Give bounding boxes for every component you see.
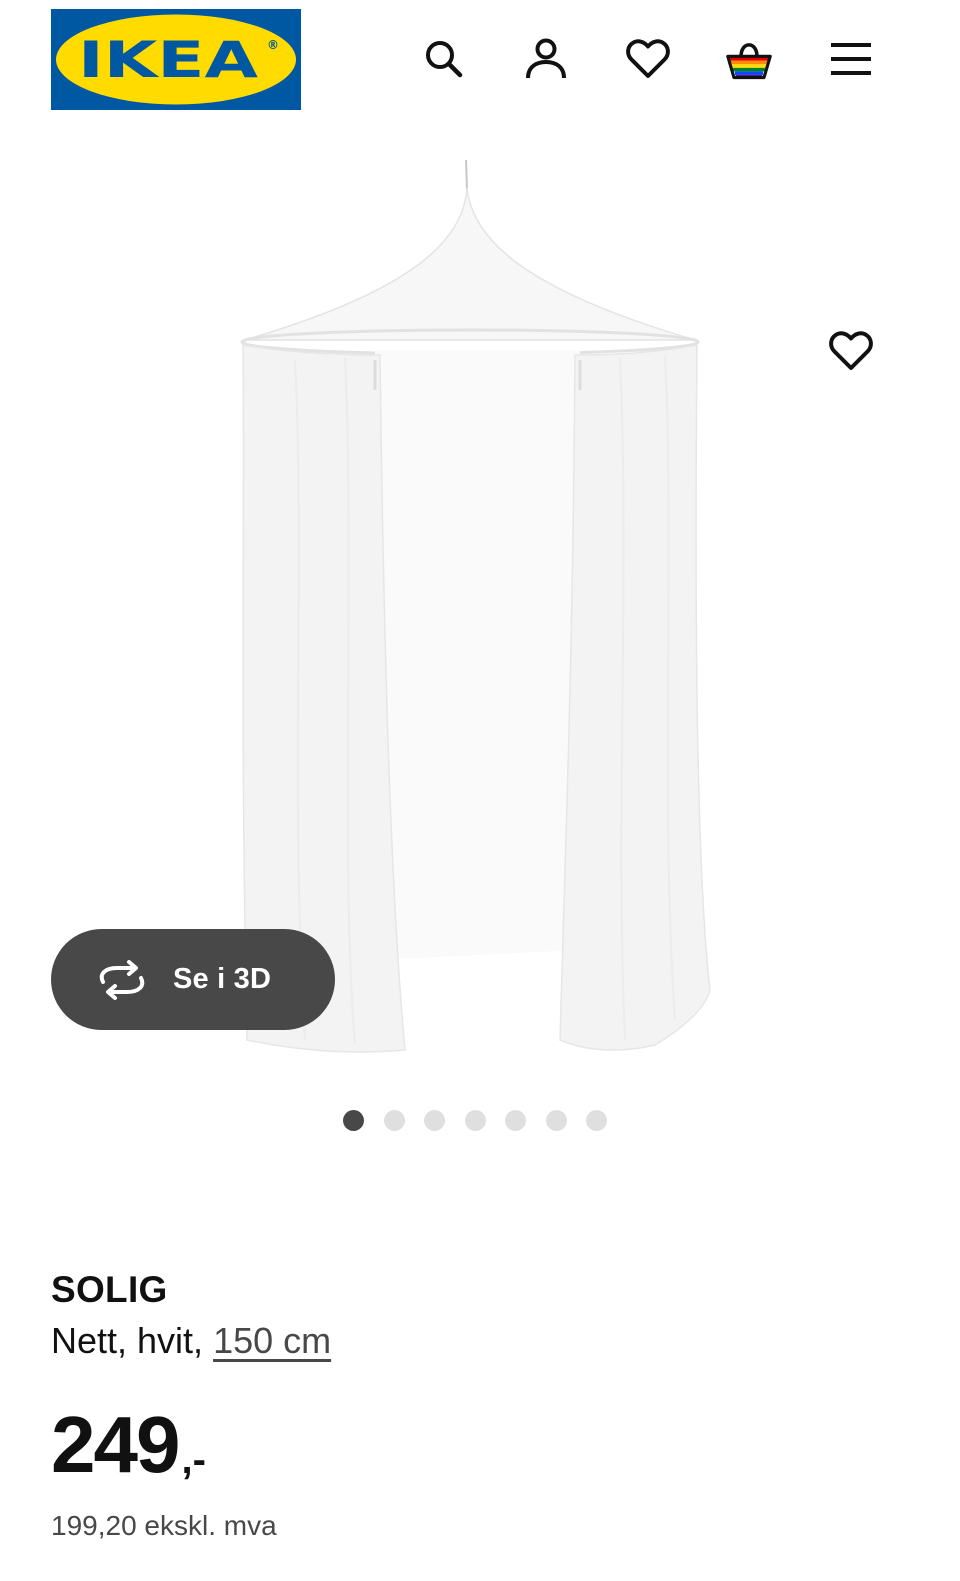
search-button[interactable] — [419, 34, 469, 84]
favourites-button[interactable] — [623, 34, 673, 84]
gallery-dot-7[interactable] — [586, 1110, 607, 1131]
product-info: SOLIG Nett, hvit, 150 cm — [51, 1260, 911, 1362]
menu-button[interactable] — [826, 34, 876, 84]
product-size-link[interactable]: 150 cm — [213, 1320, 331, 1361]
shopping-bag-button[interactable] — [724, 34, 774, 84]
ikea-logo[interactable]: IKEA ® — [51, 9, 301, 110]
gallery-dot-4[interactable] — [464, 1110, 486, 1131]
view-in-3d-button[interactable]: Se i 3D — [51, 929, 335, 1030]
gallery-dot-2[interactable] — [383, 1110, 405, 1131]
gallery-dot-3[interactable] — [424, 1110, 445, 1131]
site-header: IKEA ® — [0, 0, 960, 120]
view-in-3d-label: Se i 3D — [173, 963, 272, 995]
price-excluding-vat: 199,20 ekskl. mva — [51, 1510, 277, 1541]
rotate-3d-icon — [99, 959, 145, 1000]
gallery-pagination — [343, 1110, 627, 1132]
gallery-dot-5[interactable] — [505, 1110, 526, 1131]
ikea-logo-graphic: IKEA ® — [56, 14, 296, 105]
user-icon — [526, 38, 566, 79]
product-price: 249 ,- — [51, 1400, 206, 1490]
logo-registered-mark: ® — [267, 38, 279, 52]
shopping-bag-icon — [726, 43, 772, 80]
search-icon — [426, 41, 463, 78]
product-description: Nett, hvit, 150 cm — [51, 1320, 911, 1362]
logo-wordmark: IKEA — [78, 31, 258, 89]
heart-icon — [829, 331, 873, 370]
add-to-favourites-button[interactable] — [826, 326, 876, 376]
heart-icon — [626, 39, 670, 78]
product-name: SOLIG — [51, 1269, 168, 1310]
account-button[interactable] — [521, 34, 571, 84]
hamburger-menu-icon — [831, 43, 871, 75]
price-suffix: ,- — [181, 1438, 206, 1482]
gallery-dot-1[interactable] — [343, 1110, 364, 1131]
price-integer: 249 — [51, 1400, 180, 1489]
gallery-dot-6[interactable] — [545, 1110, 567, 1131]
product-description-text: Nett, hvit, — [51, 1320, 214, 1361]
